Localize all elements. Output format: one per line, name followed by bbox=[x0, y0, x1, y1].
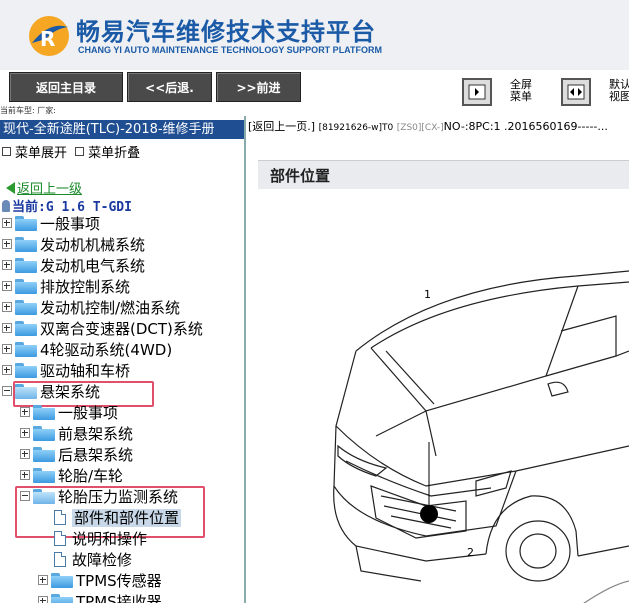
document-icon bbox=[54, 531, 66, 546]
tree-item[interactable]: 发动机机械系统 bbox=[2, 235, 145, 256]
doc-code-tail: NO-:8PC:1 .2016560169-----... bbox=[443, 120, 608, 133]
toolbar: 返回主目录 <<后退. >>前进 全屏 菜单 默认 视图 bbox=[0, 70, 629, 107]
open-folder-icon bbox=[15, 384, 37, 399]
tree-item-suspension[interactable]: 悬架系统 bbox=[2, 382, 100, 403]
tree-item[interactable]: 故障检修 bbox=[54, 550, 132, 571]
tree-item[interactable]: TPMS传感器 bbox=[38, 571, 162, 592]
expand-icon[interactable] bbox=[20, 449, 30, 459]
expand-icon[interactable] bbox=[2, 281, 12, 291]
folder-icon bbox=[15, 342, 37, 357]
manual-title-bar: 现代-全新途胜(TLC)-2018-维修手册 bbox=[0, 120, 244, 139]
tree-item[interactable]: 双离合变速器(DCT)系统 bbox=[2, 319, 203, 340]
fullscreen-menu-label[interactable]: 全屏 菜单 bbox=[510, 79, 532, 103]
tree-item[interactable]: 驱动轴和车桥 bbox=[2, 361, 130, 382]
return-up-link[interactable]: 返回上一级 bbox=[6, 178, 82, 197]
section-header: 部件位置 bbox=[258, 160, 629, 189]
folder-icon bbox=[15, 258, 37, 273]
expand-icon[interactable] bbox=[38, 596, 48, 603]
default-view-button[interactable] bbox=[561, 78, 591, 106]
svg-text:R: R bbox=[40, 27, 55, 51]
forward-button[interactable]: >>前进 bbox=[216, 72, 301, 102]
document-icon bbox=[54, 510, 66, 525]
key-icon bbox=[2, 200, 10, 212]
open-folder-icon bbox=[33, 489, 55, 504]
tree-item[interactable]: 后悬架系统 bbox=[20, 445, 133, 466]
doc-code: [81921626-w]T0 bbox=[318, 123, 394, 133]
folder-icon bbox=[33, 405, 55, 420]
expand-icon[interactable] bbox=[2, 365, 12, 375]
document-icon bbox=[54, 552, 66, 567]
current-model-status: 当前车型: 厂家: bbox=[0, 106, 56, 115]
expand-icon[interactable] bbox=[2, 218, 12, 228]
logo-icon: R bbox=[29, 16, 69, 56]
tree-item[interactable]: 前悬架系统 bbox=[20, 424, 133, 445]
tree-item[interactable]: 发动机控制/燃油系统 bbox=[2, 298, 180, 319]
collapse-menu-button[interactable]: 菜单折叠 bbox=[75, 146, 140, 161]
menu-controls: 菜单展开 菜单折叠 bbox=[2, 142, 140, 161]
main-menu-button[interactable]: 返回主目录 bbox=[9, 72, 123, 102]
folder-icon bbox=[15, 300, 37, 315]
return-prev-page-link[interactable]: [返回上一页.] bbox=[248, 120, 315, 133]
back-button[interactable]: <<后退. bbox=[127, 72, 212, 102]
arrow-left-icon bbox=[6, 182, 15, 194]
folder-icon bbox=[15, 363, 37, 378]
callout-label-2: 2 bbox=[467, 546, 474, 559]
tree-item-component-location[interactable]: 部件和部件位置 bbox=[54, 508, 182, 529]
current-location: 当前:G 1.6 T-GDI bbox=[2, 196, 132, 215]
expand-menu-button[interactable]: 菜单展开 bbox=[2, 146, 67, 161]
expand-icon[interactable] bbox=[38, 575, 48, 585]
expand-icon[interactable] bbox=[2, 344, 12, 354]
content-panel: [返回上一页.] [81921626-w]T0 [ZS0][CX-]NO-:8P… bbox=[246, 116, 629, 603]
expand-icon[interactable] bbox=[20, 428, 30, 438]
tree-item[interactable]: 说明和操作 bbox=[54, 529, 147, 550]
tree-item[interactable]: 排放控制系统 bbox=[2, 277, 130, 298]
expand-icon[interactable] bbox=[2, 323, 12, 333]
folder-icon bbox=[15, 279, 37, 294]
folder-icon bbox=[15, 321, 37, 336]
expand-icon[interactable] bbox=[2, 302, 12, 312]
expand-icon[interactable] bbox=[20, 407, 30, 417]
expand-icon[interactable] bbox=[2, 260, 12, 270]
default-view-label[interactable]: 默认 视图 bbox=[609, 79, 629, 103]
breadcrumb: [返回上一页.] [81921626-w]T0 [ZS0][CX-]NO-:8P… bbox=[248, 118, 608, 134]
app-header: R 畅易汽车维修技术支持平台 CHANG YI AUTO MAINTENANCE… bbox=[0, 0, 629, 70]
doc-code-gray: [ZS0][CX-] bbox=[396, 123, 444, 133]
app-subtitle: CHANG YI AUTO MAINTENANCE TECHNOLOGY SUP… bbox=[78, 45, 383, 55]
folder-icon bbox=[51, 594, 73, 603]
folder-icon bbox=[33, 447, 55, 462]
collapse-icon[interactable] bbox=[2, 386, 12, 396]
tree-item[interactable]: 一般事项 bbox=[2, 214, 100, 235]
folder-icon bbox=[33, 468, 55, 483]
tree-item[interactable]: 轮胎/车轮 bbox=[20, 466, 123, 487]
expand-icon[interactable] bbox=[20, 470, 30, 480]
fullscreen-icon bbox=[468, 84, 486, 100]
folder-icon bbox=[33, 426, 55, 441]
default-view-icon bbox=[567, 84, 585, 100]
app-title: 畅易汽车维修技术支持平台 bbox=[76, 18, 376, 46]
expand-icon[interactable] bbox=[2, 239, 12, 249]
folder-icon bbox=[15, 237, 37, 252]
tree-item-tpms[interactable]: 轮胎压力监测系统 bbox=[20, 487, 178, 508]
callout-label-1: 1 bbox=[424, 288, 431, 301]
tree-item[interactable]: 一般事项 bbox=[20, 403, 118, 424]
folder-icon bbox=[51, 573, 73, 588]
callout-dot-1 bbox=[420, 505, 438, 523]
tree-item[interactable]: 4轮驱动系统(4WD) bbox=[2, 340, 172, 361]
square-icon bbox=[2, 147, 11, 156]
fullscreen-menu-button[interactable] bbox=[462, 78, 492, 106]
section-title: 部件位置 bbox=[270, 167, 331, 185]
collapse-icon[interactable] bbox=[20, 491, 30, 501]
tree-item[interactable]: 发动机电气系统 bbox=[2, 256, 145, 277]
left-nav-panel: 现代-全新途胜(TLC)-2018-维修手册 菜单展开 菜单折叠 返回上一级 当… bbox=[0, 116, 246, 603]
tree-item[interactable]: TPMS接收器 bbox=[38, 592, 162, 603]
folder-icon bbox=[15, 216, 37, 231]
square-icon bbox=[75, 147, 85, 156]
